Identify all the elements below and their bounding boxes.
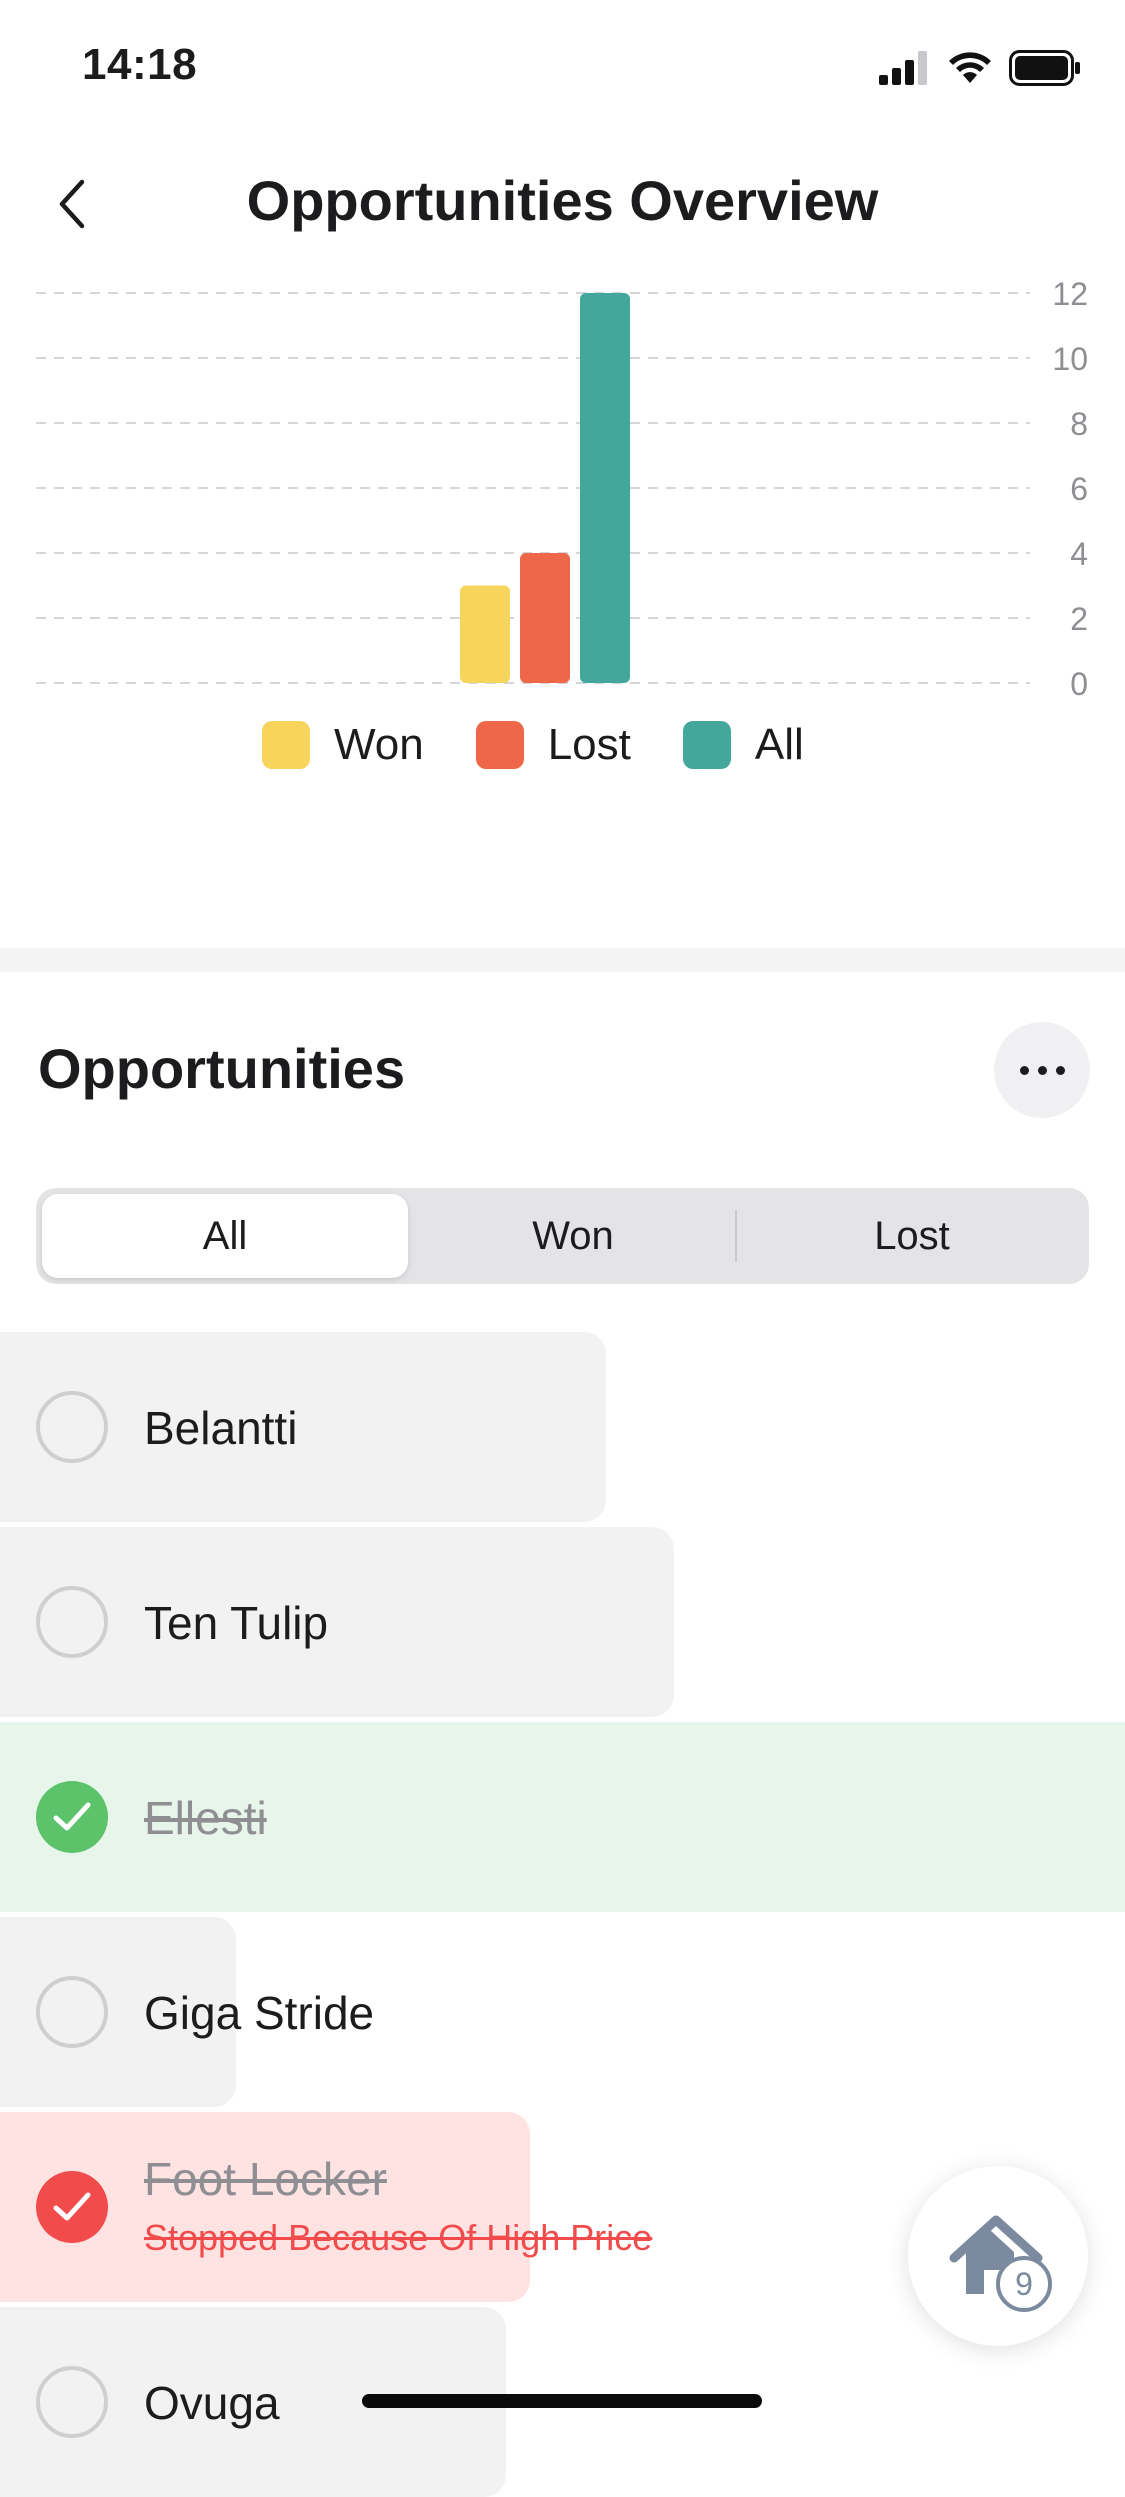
status-icons [879,48,1081,88]
filter-segmented-control: All Won Lost [36,1188,1089,1284]
opportunities-bar-chart: 0 2 4 6 8 10 12 [36,276,1088,702]
row-lost-reason: Stopped Because Of High Price [144,2217,653,2258]
y-tick-label: 10 [1052,341,1088,377]
bar-all [580,293,630,683]
segment-won[interactable]: Won [412,1188,734,1284]
legend-item-won: Won [262,720,424,770]
y-tick-label: 12 [1052,276,1088,312]
legend-item-all: All [682,720,804,770]
page-title: Opportunities Overview [246,169,879,232]
row-label: Foot Locker [144,2153,387,2205]
ellipsis-icon [1019,1065,1029,1075]
ellipsis-icon [1037,1065,1047,1075]
ellipsis-icon [1055,1065,1065,1075]
legend-label: Lost [547,720,631,769]
home-indicator [362,2394,762,2408]
opportunity-row-ellesti[interactable]: Ellesti [0,1722,1125,1912]
segment-all[interactable]: All [42,1194,408,1278]
status-radio-button-checked[interactable] [36,2171,108,2243]
row-label: Ellesti [144,1792,267,1844]
row-label: Ovuga [144,2377,280,2429]
bar-won [460,585,510,683]
row-label: Ten Tulip [144,1597,329,1649]
legend-label: Won [334,720,424,769]
status-radio-button-checked[interactable] [36,1781,108,1853]
row-label: Belantti [144,1402,298,1454]
status-time: 14:18 [82,40,198,89]
notification-badge: 9 [996,2256,1052,2312]
legend-label: All [754,720,804,769]
y-tick-label: 4 [1070,536,1088,572]
bar-lost [520,553,570,683]
status-radio-button[interactable] [36,1976,108,2048]
home-floating-button[interactable]: 9 [908,2166,1088,2346]
y-tick-label: 6 [1070,471,1088,507]
segment-lost[interactable]: Lost [738,1188,1086,1284]
status-radio-button[interactable] [36,2366,108,2438]
wifi-icon [949,52,991,83]
status-radio-button[interactable] [36,1586,108,1658]
opportunity-row-belantti[interactable]: Belantti [0,1332,606,1522]
battery-icon [1009,50,1080,86]
row-label: Giga Stride [144,1987,375,2039]
checkmark-icon [53,1802,91,1831]
legend-swatch-won [262,721,310,769]
y-tick-label: 2 [1070,601,1088,637]
y-tick-label: 8 [1070,406,1088,442]
opportunity-row-foot-locker[interactable]: Foot Locker Stopped Because Of High Pric… [0,2112,652,2302]
checkmark-icon [53,2192,91,2221]
chart-legend: Won Lost All [262,720,804,770]
segment-separator [735,1210,737,1262]
opportunity-row-ten-tulip[interactable]: Ten Tulip [0,1527,674,1717]
legend-swatch-lost [475,721,524,769]
opportunity-row-giga-stride[interactable]: Giga Stride [0,1917,374,2107]
cellular-signal-icon [879,51,927,85]
legend-swatch-all [682,721,731,769]
y-tick-label: 0 [1070,666,1088,702]
section-title: Opportunities [38,1037,406,1100]
legend-item-lost: Lost [475,720,631,770]
status-radio-button[interactable] [36,1391,108,1463]
section-divider [0,948,1125,972]
more-options-button[interactable] [994,1022,1090,1118]
